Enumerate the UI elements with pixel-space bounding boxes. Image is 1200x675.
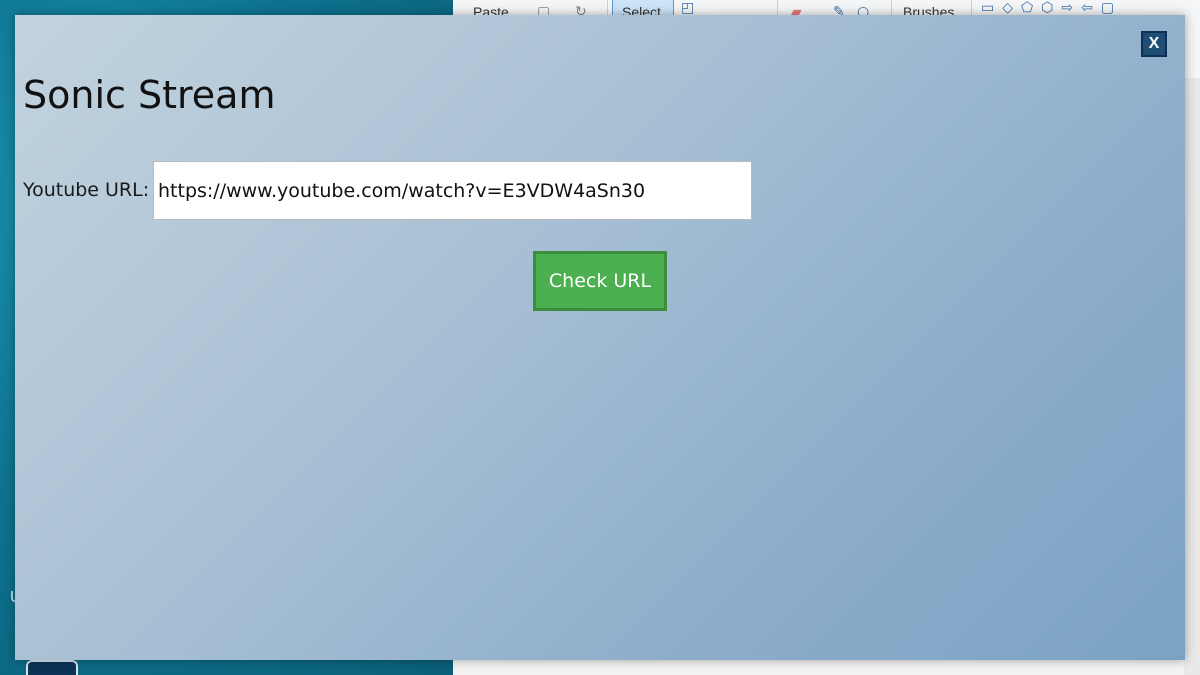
paint-scrollbar[interactable] xyxy=(1184,78,1200,675)
youtube-url-label: Youtube URL: xyxy=(23,179,150,201)
close-button[interactable]: X xyxy=(1141,31,1167,57)
crop-icon[interactable]: ◰ xyxy=(681,0,694,16)
check-url-button[interactable]: Check URL xyxy=(533,251,667,311)
sonic-stream-dialog: X Sonic Stream Youtube URL: Check URL xyxy=(15,15,1185,660)
youtube-url-input[interactable] xyxy=(153,161,752,220)
app-title: Sonic Stream xyxy=(23,73,276,117)
desktop-app-icon[interactable] xyxy=(26,660,78,675)
